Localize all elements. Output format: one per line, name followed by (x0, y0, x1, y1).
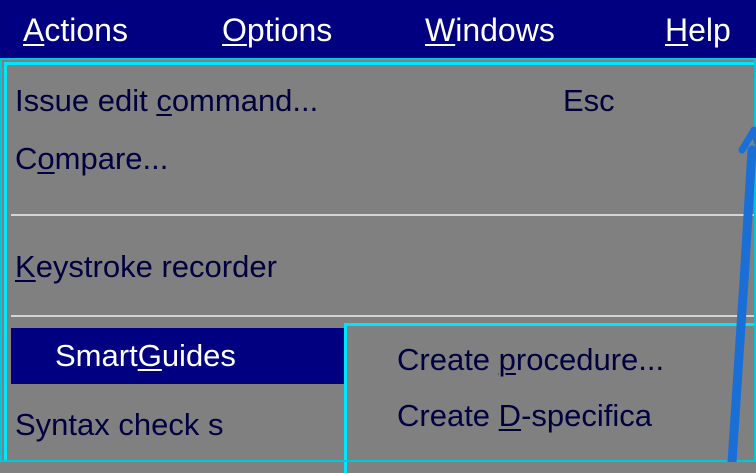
menu-bar: Actions Options Windows Help (0, 0, 756, 58)
submenu-item-label: Create D-specifica (397, 398, 652, 433)
submenu-item-create-procedure[interactable]: Create procedure... (397, 334, 664, 386)
menu-item-label: Syntax check s (15, 407, 224, 442)
menu-actions[interactable]: Actions (15, 0, 136, 58)
menu-options-label: Options (222, 12, 333, 48)
menu-windows-label: Windows (425, 12, 555, 48)
menu-item-smartguides[interactable]: SmartGuides (11, 328, 349, 384)
menu-item-syntax-check[interactable]: Syntax check s (15, 399, 223, 451)
menu-help-label: Help (665, 12, 731, 48)
smartguides-submenu: Create procedure... Create D-specifica (344, 323, 756, 473)
menu-separator (11, 214, 756, 216)
menu-separator (11, 315, 756, 317)
menu-item-keystroke-recorder[interactable]: Keystroke recorder (15, 241, 277, 293)
menu-help[interactable]: Help (665, 0, 731, 58)
menu-item-label: SmartGuides (55, 338, 236, 373)
menu-item-compare[interactable]: Compare... (15, 133, 168, 185)
submenu-item-label: Create procedure... (397, 342, 665, 377)
menu-item-issue-edit-command[interactable]: Issue edit command... Esc (15, 75, 665, 127)
menu-item-label: Compare... (15, 141, 169, 176)
shortcut-label: Esc (563, 83, 615, 118)
menu-item-label: Keystroke recorder (15, 249, 277, 284)
submenu-item-create-d-specification[interactable]: Create D-specifica (397, 390, 652, 442)
menu-options[interactable]: Options (222, 0, 332, 58)
menu-item-label: Issue edit command... (15, 83, 319, 118)
menu-windows[interactable]: Windows (425, 0, 555, 58)
menu-actions-label: Actions (23, 12, 128, 48)
